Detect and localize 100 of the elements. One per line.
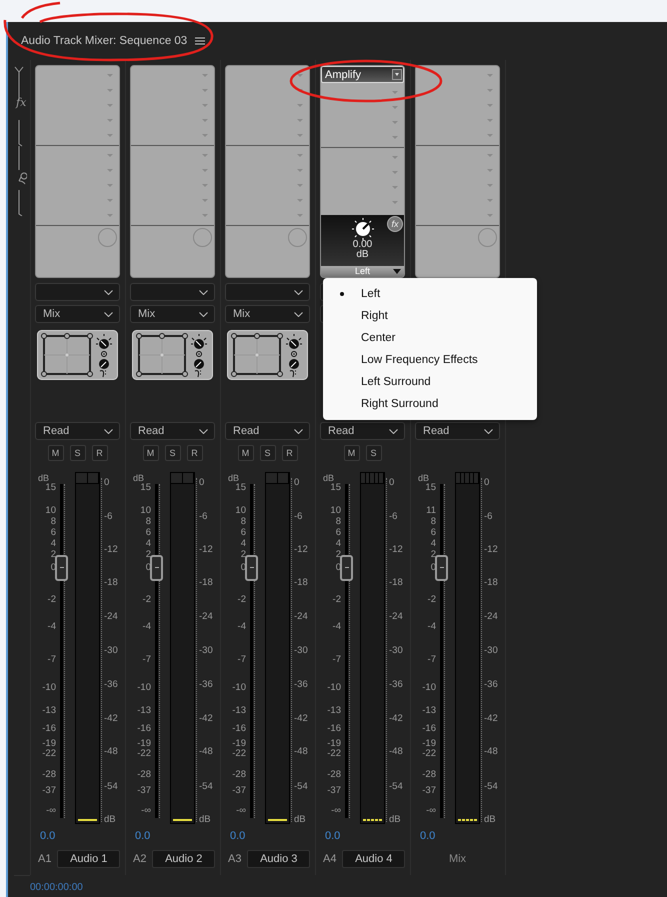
mix-dropdown[interactable]: Mix [35,305,120,323]
meter-label: -12 [484,545,498,555]
menu-item[interactable]: Left Surround [323,371,537,393]
fader-handle[interactable] [245,554,258,580]
meter-label: -30 [484,646,498,656]
circle-button[interactable] [478,228,497,247]
meter-label: -54 [294,782,308,792]
track-toggle-button[interactable]: S [366,445,382,461]
chevron-icon[interactable] [104,312,113,316]
circle-button[interactable] [288,228,307,247]
automation-dropdown[interactable]: Read [415,422,500,440]
meter-label: 0 [104,478,110,488]
scale-label: -∞ [141,806,151,816]
panner-pad[interactable] [37,330,118,380]
volume-value[interactable]: 0.0 [320,830,340,844]
dropdown-icon[interactable] [392,69,402,80]
scale-label: 6 [146,528,151,538]
parameter-unit: dB [356,250,369,260]
chevron-icon[interactable] [294,290,303,294]
circle-button[interactable] [98,228,117,247]
scale-label: -2 [142,595,151,605]
scale-label: -37 [422,786,436,796]
meter-label: -18 [294,578,308,588]
chevron-icon[interactable] [294,428,303,434]
scale-label: -22 [232,749,246,759]
automation-dropdown[interactable]: Read [320,422,405,440]
scale-label: -7 [238,655,246,665]
scale-label: 8 [430,517,436,527]
menu-item[interactable]: Center [323,327,537,349]
chevron-icon[interactable] [199,428,208,434]
track-toggle-button[interactable]: M [48,445,64,461]
volume-value[interactable]: 0.0 [130,830,150,844]
effect-badge[interactable]: fx [387,216,403,232]
track-toggle-button[interactable]: M [142,445,158,461]
meter-label: 0 [484,478,490,488]
track-toggle-button[interactable]: S [164,445,180,461]
scale-label: -4 [428,622,436,632]
chevron-icon[interactable] [294,312,303,316]
chevron-icon[interactable] [104,290,113,294]
menu-item[interactable]: Left [323,283,537,305]
circle-button[interactable] [193,228,212,247]
track-toggle-button[interactable]: M [238,445,254,461]
fader-track[interactable] [340,484,353,818]
track-toggle-button[interactable]: M [344,445,360,461]
track-toggle-button[interactable]: R [92,445,108,461]
menu-icon[interactable] [195,37,206,45]
mix-dropdown[interactable]: Mix [130,305,215,323]
scale-label: 11 [426,506,436,516]
panner-pad[interactable] [227,330,308,380]
fader-track[interactable] [435,484,448,818]
fader-handle[interactable] [435,554,448,580]
chevron-icon[interactable] [199,312,208,316]
automation-dropdown[interactable]: Read [130,422,215,440]
effect-slot[interactable]: Amplify [321,66,404,83]
scale-label: -∞ [46,806,56,816]
track-toggle-button[interactable]: R [186,445,202,461]
mix-dropdown[interactable]: Mix [225,305,310,323]
chevron-icon[interactable] [104,428,113,434]
meter-label: -6 [484,512,492,522]
scale-label: -4 [142,622,151,632]
track-name-field[interactable]: Audio 4 [342,850,405,868]
track-name-field[interactable]: Audio 3 [247,850,310,868]
fader-track[interactable] [150,484,163,818]
fader-handle[interactable] [340,554,353,580]
panel-title[interactable]: Audio Track Mixer: Sequence 03 [21,35,188,47]
meter-label: -48 [294,747,308,757]
chevron-icon[interactable] [484,428,493,434]
automation-dropdown[interactable]: Read [225,422,310,440]
scale-label: -16 [137,724,151,734]
fader-handle[interactable] [55,554,68,580]
menu-item[interactable]: Right Surround [323,393,537,415]
chevron-icon[interactable] [389,428,398,434]
track-toggle-button[interactable]: S [70,445,86,461]
track-toggle-button[interactable]: S [260,445,276,461]
volume-value[interactable]: 0.0 [35,830,56,844]
scale-label: 2 [430,550,436,560]
meter-label: -54 [199,782,213,792]
meter-label: -36 [484,680,498,690]
volume-value[interactable]: 0.0 [415,830,436,844]
caret-icon[interactable] [393,269,401,274]
fader-track[interactable] [55,484,68,818]
automation-dropdown[interactable]: Read [35,422,120,440]
scale-label: -22 [137,749,151,759]
menu-item[interactable]: Right [323,305,537,327]
timecode[interactable]: 00:00:00:00 [30,882,83,893]
chevron-icon[interactable] [199,290,208,294]
fader-handle[interactable] [150,554,163,580]
track-name-field[interactable]: Audio 1 [57,850,120,868]
volume-value[interactable]: 0.0 [225,830,246,844]
track-name-field[interactable]: Audio 2 [152,850,215,868]
meter-label: -42 [484,714,498,724]
menu-item[interactable]: Low Frequency Effects [323,349,537,371]
knob-icon[interactable] [352,218,374,240]
meter-label: -30 [104,646,118,656]
track-toggle-button[interactable]: R [282,445,298,461]
panner-pad[interactable] [132,330,213,380]
scale-label: -28 [232,770,246,780]
fader-track[interactable] [245,484,258,818]
slot-arrow-icon[interactable] [297,74,303,77]
scale-label: 8 [50,517,56,527]
